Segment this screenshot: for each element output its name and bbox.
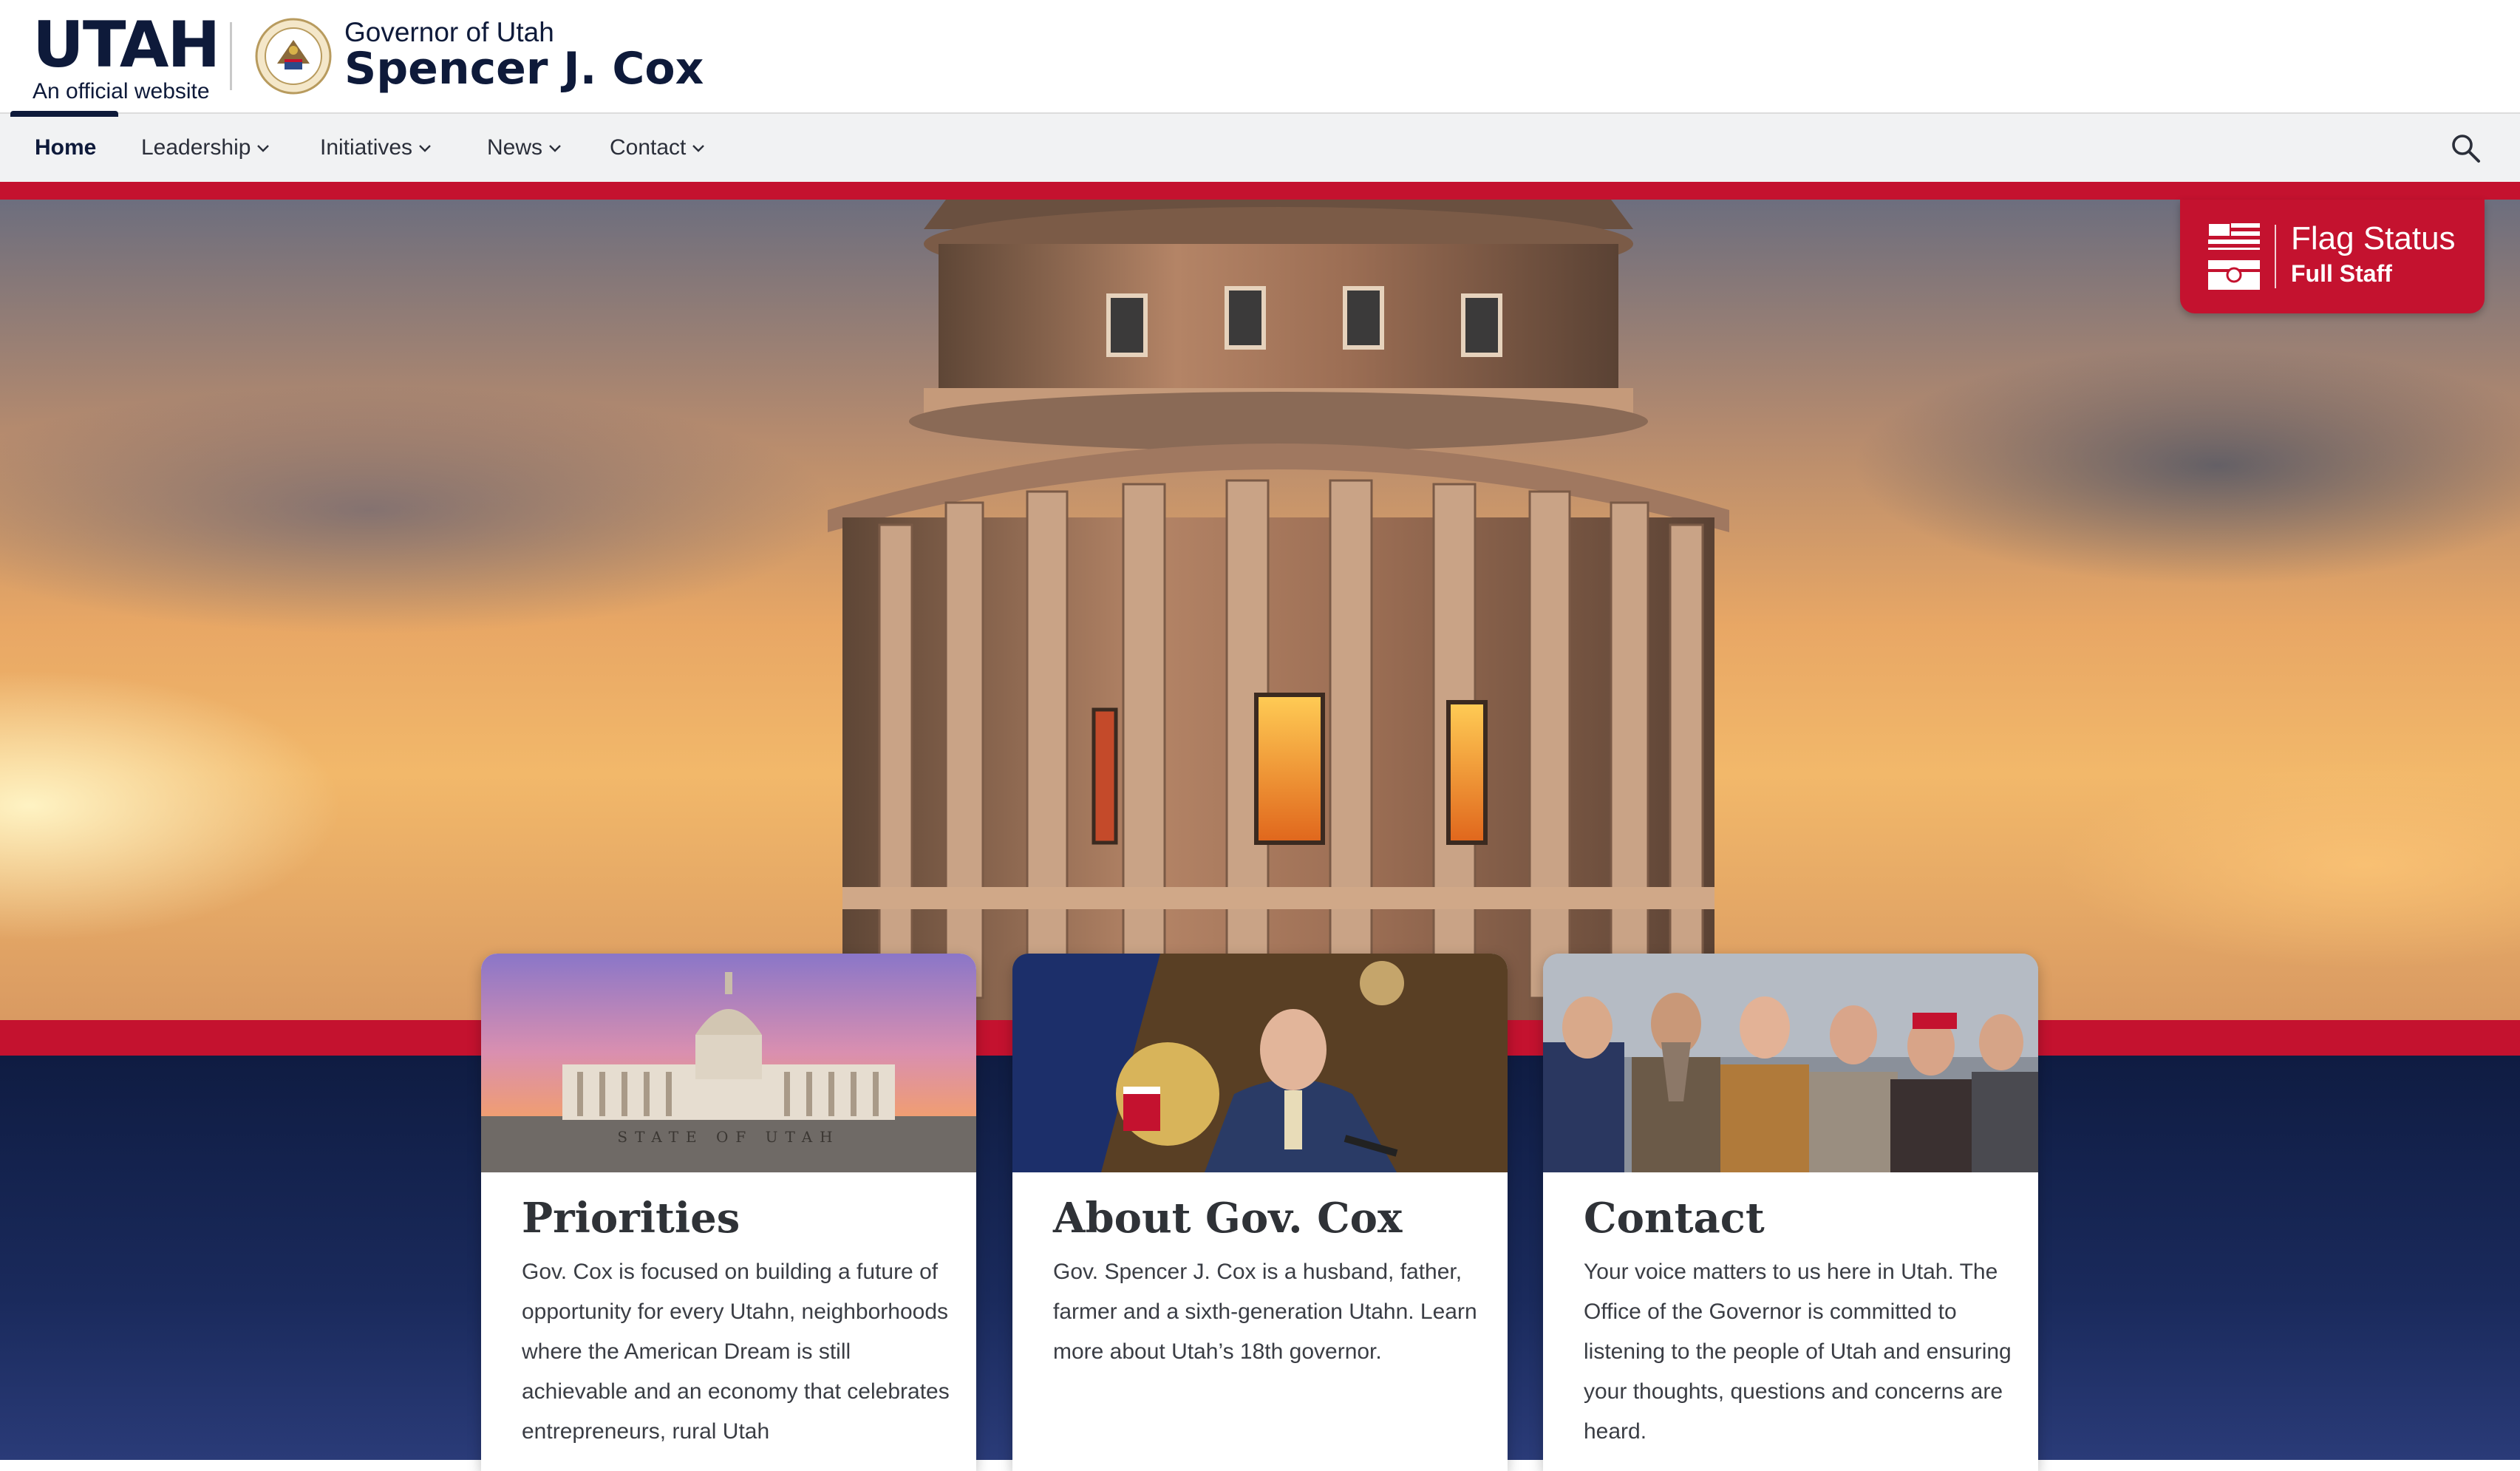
priorities-text: Gov. Cox is focused on building a future…: [522, 1260, 950, 1444]
site-header: UTAH An official website Governor of Uta…: [0, 0, 2520, 112]
main-navigation: Home Leadership Initiatives News Contact: [0, 112, 2520, 182]
about-card[interactable]: About Gov. Cox Gov. Spencer J. Cox is a …: [1012, 954, 1508, 1471]
flag-status-value: Full Staff: [2291, 260, 2392, 287]
utah-logo-text: UTAH: [33, 8, 220, 82]
priorities-title: Priorities: [522, 1194, 740, 1243]
nav-initiatives-label: Initiatives: [320, 135, 413, 160]
about-title: About Gov. Cox: [1053, 1194, 1403, 1243]
contact-text: Your voice matters to us here in Utah. T…: [1584, 1260, 2012, 1444]
utah-logo[interactable]: UTAH An official website: [33, 8, 220, 103]
nav-leadership[interactable]: Leadership: [141, 114, 271, 182]
nav-news[interactable]: News: [487, 114, 563, 182]
contact-card[interactable]: Contact Your voice matters to us here in…: [1543, 954, 2038, 1471]
chevron-down-icon: [257, 145, 270, 152]
capitol-dome-illustration: [828, 200, 1729, 1020]
about-text: Gov. Spencer J. Cox is a husband, father…: [1053, 1260, 1477, 1364]
flag-status-badge[interactable]: Flag Status Full Staff: [2180, 200, 2485, 313]
governor-name[interactable]: Spencer J. Cox: [344, 43, 704, 95]
chevron-down-icon: [692, 145, 705, 152]
chevron-down-icon: [549, 145, 561, 152]
governor-photo: [1012, 954, 1508, 1172]
nav-home-label: Home: [35, 135, 97, 160]
flag-status-divider: [2275, 225, 2276, 288]
contact-title: Contact: [1584, 1194, 1765, 1243]
flag-status-title: Flag Status: [2291, 220, 2456, 257]
nav-contact[interactable]: Contact: [610, 114, 706, 182]
state-of-utah-inscription: STATE OF UTAH: [617, 1128, 840, 1146]
hero-banner: [0, 200, 2520, 1020]
active-nav-indicator: [10, 111, 118, 117]
nav-leadership-label: Leadership: [141, 135, 251, 160]
flag-icon: [2208, 223, 2260, 290]
nav-initiatives[interactable]: Initiatives: [320, 114, 433, 182]
search-icon[interactable]: [2449, 132, 2482, 164]
chevron-down-icon: [419, 145, 431, 152]
state-seal-icon[interactable]: [255, 18, 332, 95]
nav-news-label: News: [487, 135, 543, 160]
priorities-card[interactable]: STATE OF UTAH Priorities Gov. Cox is foc…: [481, 954, 976, 1471]
header-divider: [230, 22, 232, 90]
red-accent-stripe: [0, 182, 2520, 200]
nav-home[interactable]: Home: [35, 114, 96, 182]
group-photo: [1543, 954, 2038, 1172]
capitol-photo: STATE OF UTAH: [481, 954, 976, 1172]
official-website-label: An official website: [33, 79, 210, 103]
nav-contact-label: Contact: [610, 135, 687, 160]
